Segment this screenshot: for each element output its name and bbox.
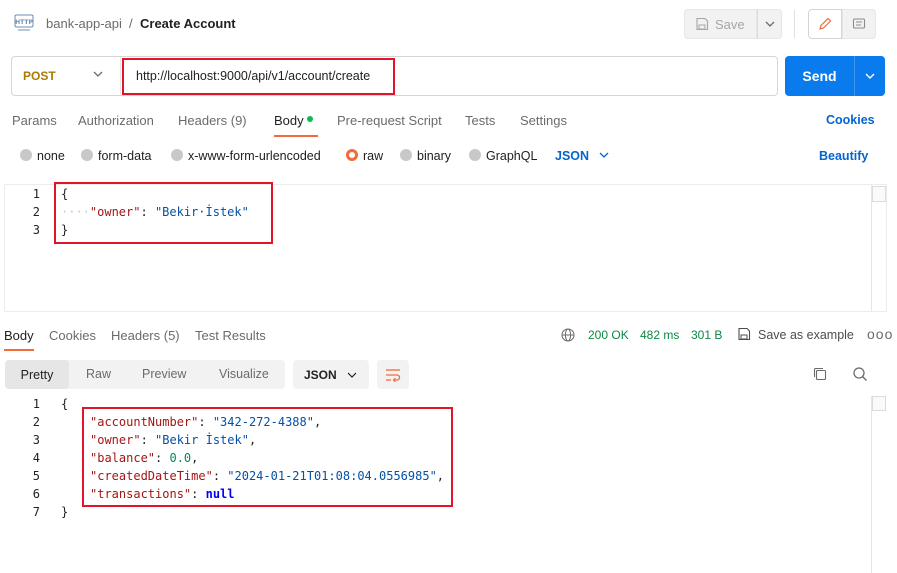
scrollbar-thumb[interactable] bbox=[872, 396, 886, 411]
comment-icon bbox=[852, 18, 866, 29]
chevron-down-icon bbox=[347, 372, 357, 378]
line-number: 3 bbox=[32, 223, 40, 237]
tab-tests[interactable]: Tests bbox=[465, 113, 495, 128]
radio-none[interactable] bbox=[20, 149, 32, 161]
body-indicator-dot bbox=[307, 116, 313, 122]
active-tab-underline bbox=[4, 349, 34, 351]
chevron-down-icon[interactable] bbox=[92, 68, 104, 80]
view-pretty-label: Pretty bbox=[20, 367, 54, 382]
more-options-icon[interactable]: ooo bbox=[867, 326, 893, 342]
http-icon: HTTP bbox=[14, 14, 34, 32]
response-tab-test-results[interactable]: Test Results bbox=[195, 328, 266, 343]
chevron-down-icon[interactable] bbox=[599, 151, 609, 159]
beautify-link[interactable]: Beautify bbox=[819, 149, 868, 163]
line-number: 1 bbox=[32, 397, 40, 411]
response-body-highlight-box bbox=[82, 407, 453, 507]
tab-authorization[interactable]: Authorization bbox=[78, 113, 154, 128]
send-label: Send bbox=[802, 68, 837, 84]
globe-icon[interactable] bbox=[561, 328, 575, 342]
chevron-down-icon bbox=[865, 73, 875, 79]
scrollbar-track bbox=[871, 396, 872, 573]
line-number: 7 bbox=[32, 505, 40, 519]
scrollbar-thumb[interactable] bbox=[872, 186, 886, 202]
status-code[interactable]: 200 OK bbox=[588, 328, 629, 342]
view-raw-button[interactable]: Raw bbox=[86, 367, 111, 381]
radio-form-data[interactable] bbox=[81, 149, 93, 161]
radio-label-binary[interactable]: binary bbox=[417, 149, 451, 163]
save-as-example-button[interactable]: Save as example bbox=[758, 328, 854, 342]
pencil-icon bbox=[819, 17, 832, 30]
line-number: 6 bbox=[32, 487, 40, 501]
body-format-select[interactable]: JSON bbox=[555, 149, 589, 163]
code-brace: { bbox=[61, 397, 69, 411]
breadcrumb-collection[interactable]: bank-app-api bbox=[46, 16, 122, 31]
line-number: 5 bbox=[32, 469, 40, 483]
response-size[interactable]: 301 B bbox=[691, 328, 722, 342]
toolbar-divider bbox=[794, 10, 795, 38]
code-brace: } bbox=[61, 505, 69, 519]
radio-label-form-data[interactable]: form-data bbox=[98, 149, 152, 163]
line-number: 4 bbox=[32, 451, 40, 465]
response-time[interactable]: 482 ms bbox=[640, 328, 679, 342]
view-pretty-button[interactable]: Pretty bbox=[5, 360, 69, 389]
method-divider bbox=[120, 57, 121, 95]
view-visualize-button[interactable]: Visualize bbox=[219, 367, 269, 381]
cookies-link[interactable]: Cookies bbox=[826, 113, 875, 127]
radio-label-urlencoded[interactable]: x-www-form-urlencoded bbox=[188, 149, 321, 163]
tab-params[interactable]: Params bbox=[12, 113, 57, 128]
radio-graphql[interactable] bbox=[469, 149, 481, 161]
tab-headers[interactable]: Headers (9) bbox=[178, 113, 247, 128]
view-preview-button[interactable]: Preview bbox=[142, 367, 186, 381]
wrap-icon bbox=[386, 368, 401, 382]
response-tab-body[interactable]: Body bbox=[4, 328, 34, 343]
svg-text:HTTP: HTTP bbox=[15, 19, 33, 26]
tab-settings[interactable]: Settings bbox=[520, 113, 567, 128]
breadcrumb-separator: / bbox=[129, 16, 133, 31]
radio-raw[interactable] bbox=[346, 149, 358, 161]
tab-pre-request-script[interactable]: Pre-request Script bbox=[337, 113, 442, 128]
active-tab-underline bbox=[274, 135, 318, 137]
search-icon[interactable] bbox=[852, 366, 868, 382]
edit-mode-button[interactable] bbox=[808, 9, 842, 39]
radio-label-none[interactable]: none bbox=[37, 149, 65, 163]
request-body-highlight-box bbox=[54, 182, 273, 244]
save-button[interactable]: Save bbox=[684, 9, 757, 39]
radio-urlencoded[interactable] bbox=[171, 149, 183, 161]
radio-binary[interactable] bbox=[400, 149, 412, 161]
method-select[interactable]: POST bbox=[23, 69, 56, 83]
wrap-lines-button[interactable] bbox=[377, 360, 409, 389]
line-number: 2 bbox=[32, 205, 40, 219]
tab-body[interactable]: Body bbox=[274, 113, 304, 128]
response-format-select[interactable]: JSON bbox=[293, 360, 369, 389]
line-number: 1 bbox=[32, 187, 40, 201]
scrollbar-track bbox=[871, 185, 872, 311]
send-dropdown-button[interactable] bbox=[854, 56, 885, 96]
radio-label-graphql[interactable]: GraphQL bbox=[486, 149, 537, 163]
save-icon bbox=[696, 17, 709, 31]
save-label: Save bbox=[715, 16, 745, 32]
response-format-label: JSON bbox=[304, 367, 337, 382]
send-button[interactable]: Send bbox=[785, 56, 854, 96]
response-tab-headers[interactable]: Headers (5) bbox=[111, 328, 180, 343]
save-icon[interactable] bbox=[737, 327, 751, 341]
url-highlight-box bbox=[122, 58, 395, 95]
radio-label-raw[interactable]: raw bbox=[363, 149, 383, 163]
chevron-down-icon bbox=[765, 21, 774, 27]
line-number: 2 bbox=[32, 415, 40, 429]
line-number: 3 bbox=[32, 433, 40, 447]
request-title[interactable]: Create Account bbox=[140, 16, 236, 31]
save-dropdown-button[interactable] bbox=[757, 9, 782, 39]
copy-icon[interactable] bbox=[812, 366, 828, 382]
comments-button[interactable] bbox=[842, 9, 876, 39]
response-tab-cookies[interactable]: Cookies bbox=[49, 328, 96, 343]
